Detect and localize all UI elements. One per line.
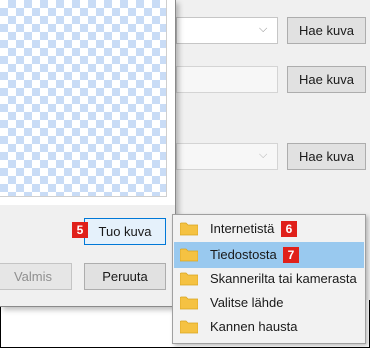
source-dropdown-3[interactable]: ⌵	[176, 143, 278, 170]
chevron-down-icon: ⌵	[259, 23, 268, 35]
menu-item-label: Kannen hausta	[210, 319, 298, 334]
hae-kuva-button-1[interactable]: Hae kuva	[287, 17, 366, 44]
hae-kuva-button-3[interactable]: Hae kuva	[287, 143, 366, 170]
folder-icon	[180, 296, 198, 310]
menu-item-tiedostosta[interactable]: Tiedostosta 7	[174, 242, 364, 268]
valmis-button[interactable]: Valmis	[0, 263, 72, 290]
image-dialog: Tuo kuva 5 Valmis Peruuta	[0, 0, 176, 307]
folder-icon	[180, 248, 198, 262]
menu-item-kannen-hausta[interactable]: Kannen hausta	[174, 314, 364, 340]
image-preview	[0, 0, 167, 197]
step-badge-7: 7	[283, 247, 299, 263]
menu-item-valitse-lahde[interactable]: Valitse lähde	[174, 290, 364, 316]
folder-icon	[180, 272, 198, 286]
peruuta-button[interactable]: Peruuta	[84, 263, 166, 290]
source-dropdown-2[interactable]	[176, 66, 278, 93]
menu-item-label: Internetistä	[210, 221, 275, 236]
step-badge-6: 6	[281, 221, 297, 237]
menu-item-label: Tiedostosta	[210, 247, 277, 262]
source-dropdown-1[interactable]: ⌵	[176, 17, 278, 44]
folder-icon	[180, 320, 198, 334]
menu-item-label: Skannerilta tai kamerasta	[210, 271, 357, 286]
menu-item-skannerilta[interactable]: Skannerilta tai kamerasta	[174, 266, 364, 292]
step-badge-5: 5	[72, 222, 88, 238]
tuo-kuva-button[interactable]: Tuo kuva	[84, 218, 166, 245]
menu-item-internetista[interactable]: Internetistä 6	[174, 216, 364, 242]
chevron-down-icon: ⌵	[259, 149, 268, 161]
menu-item-label: Valitse lähde	[210, 295, 284, 310]
hae-kuva-button-2[interactable]: Hae kuva	[287, 66, 366, 93]
tuo-kuva-menu: Internetistä 6 Tiedostosta 7 Skannerilta…	[172, 214, 366, 344]
folder-icon	[180, 222, 198, 236]
